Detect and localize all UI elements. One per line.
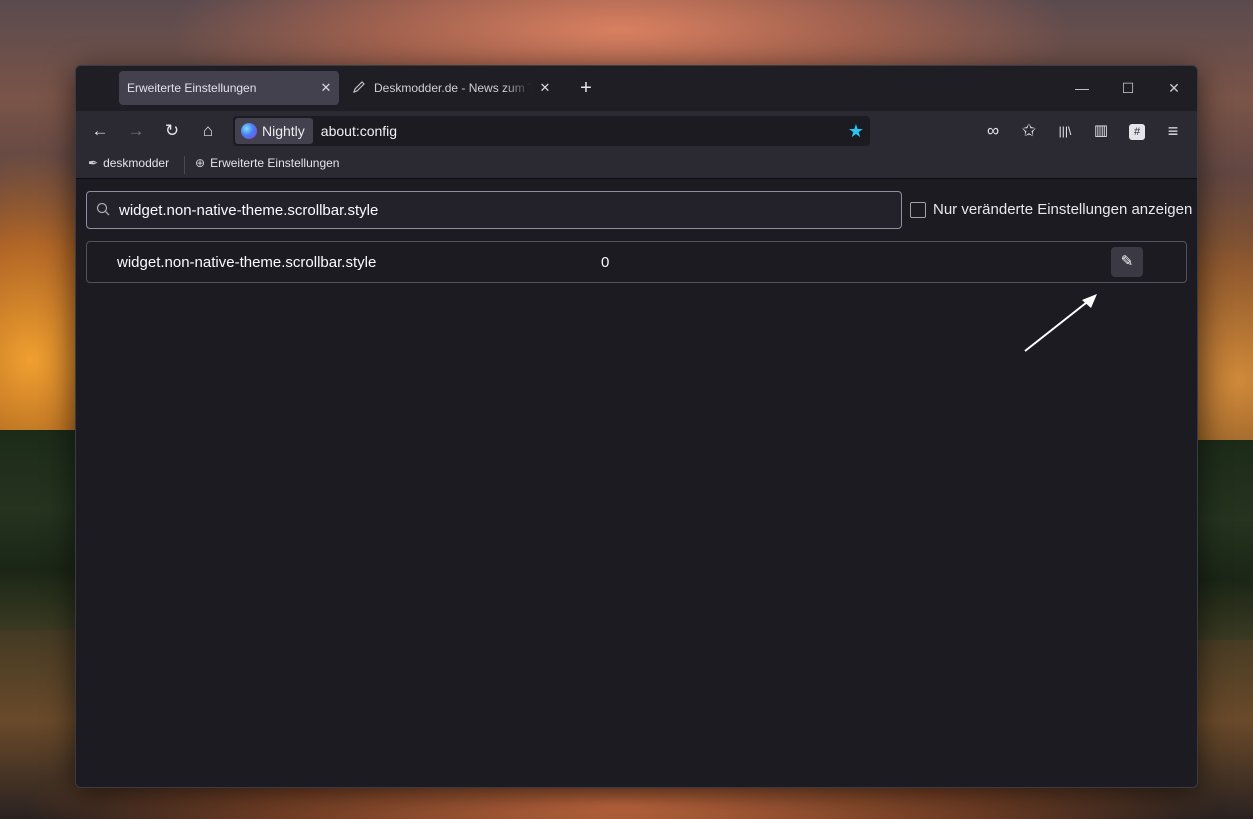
bookmark-label: Erweiterte Einstellungen: [210, 156, 340, 170]
pen-icon: ✒: [88, 156, 99, 170]
wallpaper-trees-left: [0, 430, 80, 630]
tab-deskmodder[interactable]: Deskmodder.de - News zum Thema ✕: [346, 71, 558, 105]
edit-pref-button[interactable]: ✎: [1111, 247, 1143, 277]
search-input[interactable]: widget.non-native-theme.scrollbar.style: [119, 202, 378, 219]
pen-favicon-icon: [352, 80, 370, 97]
bookmark-deskmodder[interactable]: ✒ deskmodder: [88, 156, 169, 170]
close-tab-icon[interactable]: ✕: [532, 80, 558, 96]
browser-window: Erweiterte Einstellungen ✕ Deskmodder.de…: [75, 65, 1198, 788]
minimize-button[interactable]: —: [1069, 76, 1095, 100]
about-config-page: widget.non-native-theme.scrollbar.style …: [76, 179, 1197, 787]
maximize-button[interactable]: ☐: [1115, 76, 1141, 100]
nightly-logo-icon: [241, 123, 257, 139]
pref-name: widget.non-native-theme.scrollbar.style: [117, 254, 377, 271]
url-input[interactable]: about:config: [321, 123, 842, 139]
identity-label: Nightly: [262, 123, 305, 139]
forward-button[interactable]: →: [124, 119, 148, 143]
globe-icon: ⊕: [195, 156, 206, 170]
pref-value: 0: [601, 254, 610, 271]
modified-only-checkbox[interactable]: [910, 201, 926, 218]
tab-label: Erweiterte Einstellungen: [127, 81, 257, 95]
tab-erweiterte-einstellungen[interactable]: Erweiterte Einstellungen ✕: [119, 71, 339, 105]
modified-only-toggle[interactable]: Nur veränderte Einstellungen anzeigen: [910, 201, 1192, 218]
library-icon[interactable]: |||\: [1053, 119, 1077, 143]
close-tab-icon[interactable]: ✕: [313, 80, 339, 96]
back-button[interactable]: ←: [88, 119, 112, 143]
home-button[interactable]: ⌂: [196, 119, 220, 143]
bookmark-separator: [184, 156, 185, 174]
bookmark-star-icon[interactable]: ★: [842, 121, 870, 142]
new-tab-button[interactable]: +: [574, 76, 598, 100]
bookmarks-toolbar: ✒ deskmodder ⊕ Erweiterte Einstellungen: [76, 151, 1197, 179]
app-menu-icon[interactable]: ≡: [1161, 119, 1185, 143]
reload-button[interactable]: ↻: [160, 119, 184, 143]
checkbox-label: Nur veränderte Einstellungen anzeigen: [933, 201, 1193, 218]
url-bar[interactable]: Nightly about:config ★: [233, 116, 870, 146]
navigation-toolbar: ← → ↻ ⌂ Nightly about:config ★ ∞ ✩ |||\ …: [76, 111, 1197, 151]
bookmark-label: deskmodder: [103, 156, 170, 170]
wallpaper-trees-right: [1193, 440, 1253, 640]
search-icon: [87, 202, 119, 219]
annotation-arrow-icon: [1024, 294, 1097, 352]
tab-strip: Erweiterte Einstellungen ✕ Deskmodder.de…: [76, 66, 1197, 111]
private-browsing-icon[interactable]: ∞: [981, 119, 1005, 143]
extensions-icon[interactable]: ✩: [1017, 119, 1041, 143]
sidebar-icon[interactable]: ▥: [1089, 119, 1113, 143]
pencil-icon: ✎: [1120, 253, 1134, 270]
config-search-field[interactable]: widget.non-native-theme.scrollbar.style: [86, 191, 902, 229]
bookmark-erweiterte-einstellungen[interactable]: ⊕ Erweiterte Einstellungen: [195, 156, 339, 170]
identity-box[interactable]: Nightly: [235, 118, 313, 144]
close-window-button[interactable]: ✕: [1161, 76, 1187, 100]
tab-label: Deskmodder.de - News zum Thema: [374, 81, 532, 95]
table-row: widget.non-native-theme.scrollbar.style …: [86, 241, 1187, 283]
hash-extension-icon[interactable]: #: [1125, 119, 1149, 143]
